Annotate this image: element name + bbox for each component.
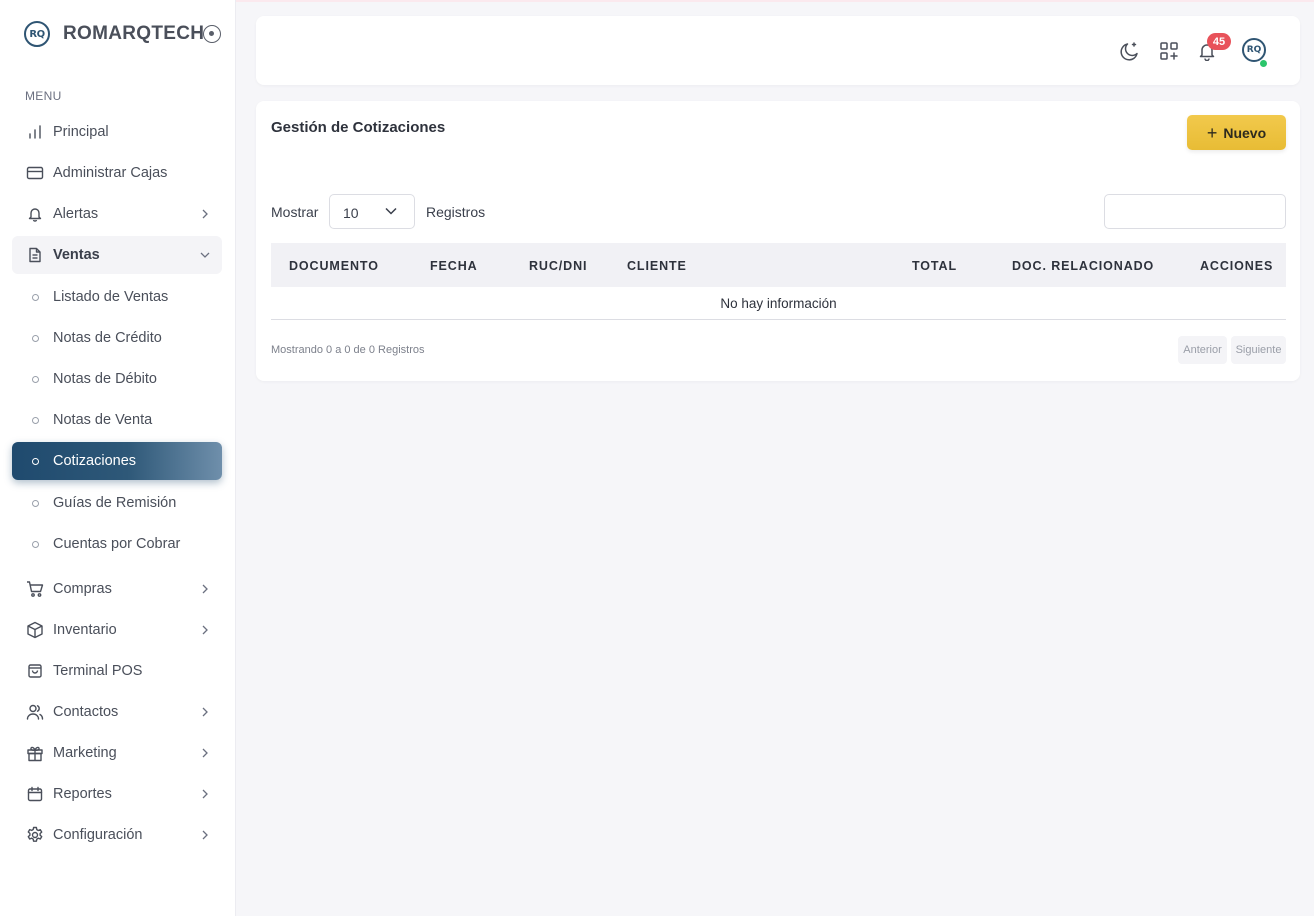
sidebar-subitem-label: Cotizaciones — [53, 453, 137, 469]
table-empty-row: No hay información — [271, 287, 1286, 320]
bullet-icon — [32, 334, 39, 342]
sidebar: RQ ROMARQTECH MENU Principal Administrar… — [0, 0, 236, 916]
column-header-documento[interactable]: DOCUMENTO — [289, 259, 379, 273]
page-title: Gestión de Cotizaciones — [271, 119, 446, 136]
top-header — [256, 16, 1300, 85]
chevron-right-icon — [200, 830, 210, 840]
box-icon — [26, 621, 44, 639]
chevron-down-icon — [384, 204, 398, 218]
sidebar-subitem-cuentas-cobrar[interactable]: Cuentas por Cobrar — [12, 525, 222, 563]
sidebar-subitem-label: Guías de Remisión — [53, 495, 177, 511]
sidebar-subitem-label: Notas de Débito — [53, 371, 157, 387]
show-label: Mostrar — [271, 204, 319, 220]
bullet-icon — [32, 499, 39, 507]
column-header-acciones: ACCIONES — [1200, 259, 1274, 273]
column-header-cliente[interactable]: CLIENTE — [627, 259, 687, 273]
apps-icon[interactable] — [1158, 40, 1180, 62]
quotes-card — [256, 101, 1300, 381]
bullet-icon — [32, 416, 39, 424]
sidebar-item-label: Alertas — [53, 206, 99, 222]
chevron-right-icon — [200, 209, 210, 219]
chevron-right-icon — [200, 584, 210, 594]
bell-icon — [26, 205, 44, 223]
sidebar-subitem-label: Listado de Ventas — [53, 289, 169, 305]
chevron-right-icon — [200, 748, 210, 758]
chevron-right-icon — [200, 625, 210, 635]
column-header-total[interactable]: TOTAL — [912, 259, 957, 273]
empty-message: No hay información — [720, 296, 837, 311]
bullet-icon — [32, 540, 39, 548]
records-label: Registros — [426, 204, 486, 220]
sidebar-subitem-label: Notas de Crédito — [53, 330, 162, 346]
chevron-right-icon — [200, 707, 210, 717]
chevron-down-icon — [200, 250, 210, 260]
sidebar-item-label: Marketing — [53, 745, 117, 761]
brand-logo: RQ — [24, 21, 50, 47]
sidebar-subitem-notas-debito[interactable]: Notas de Débito — [12, 360, 222, 398]
sidebar-item-label: Principal — [53, 124, 109, 140]
sidebar-item-administrar-cajas[interactable]: Administrar Cajas — [12, 154, 222, 192]
new-button-label: Nuevo — [1223, 124, 1267, 141]
sidebar-subitem-label: Notas de Venta — [53, 412, 153, 428]
sidebar-item-label: Reportes — [53, 786, 112, 802]
sidebar-item-configuracion[interactable]: Configuración — [12, 816, 222, 854]
moon-icon[interactable] — [1119, 40, 1141, 62]
sidebar-item-label: Compras — [53, 581, 112, 597]
shopping-bag-icon — [26, 662, 44, 680]
online-status-indicator — [1259, 59, 1268, 68]
sidebar-toggle-icon[interactable] — [203, 25, 221, 43]
sidebar-item-compras[interactable]: Compras — [12, 570, 222, 608]
menu-label: MENU — [25, 89, 62, 103]
plus-icon: + — [1206, 122, 1218, 143]
bar-chart-icon — [26, 123, 44, 141]
brand[interactable]: RQ ROMARQTECH — [24, 20, 204, 48]
users-icon — [26, 703, 44, 721]
sidebar-item-label: Administrar Cajas — [53, 165, 168, 181]
column-header-fecha[interactable]: FECHA — [430, 259, 478, 273]
sidebar-item-label: Contactos — [53, 704, 119, 720]
bullet-icon — [32, 457, 39, 465]
sidebar-subitem-guias-remision[interactable]: Guías de Remisión — [12, 484, 222, 522]
calendar-icon — [26, 785, 44, 803]
sidebar-item-reportes[interactable]: Reportes — [12, 775, 222, 813]
next-page-button[interactable]: Siguiente — [1231, 336, 1286, 364]
chevron-right-icon — [200, 789, 210, 799]
sidebar-item-ventas[interactable]: Ventas — [12, 236, 222, 274]
column-header-ruc-dni[interactable]: RUC/DNI — [529, 259, 587, 273]
sidebar-item-label: Configuración — [53, 827, 143, 843]
brand-name: ROMARQTECH — [63, 23, 205, 44]
sidebar-subitem-notas-credito[interactable]: Notas de Crédito — [12, 319, 222, 357]
sidebar-item-inventario[interactable]: Inventario — [12, 611, 222, 649]
sidebar-subitem-label: Cuentas por Cobrar — [53, 536, 181, 552]
cart-icon — [26, 580, 44, 598]
credit-card-icon — [26, 164, 44, 182]
sidebar-subitem-cotizaciones[interactable]: Cotizaciones — [12, 442, 222, 480]
table-info: Mostrando 0 a 0 de 0 Registros — [271, 344, 425, 356]
sidebar-item-label: Terminal POS — [53, 663, 143, 679]
page-length-value: 10 — [343, 205, 359, 221]
sidebar-item-principal[interactable]: Principal — [12, 113, 222, 151]
sidebar-item-alertas[interactable]: Alertas — [12, 195, 222, 233]
table-header: DOCUMENTO FECHA RUC/DNI CLIENTE TOTAL DO… — [271, 243, 1286, 287]
gear-icon — [26, 826, 44, 844]
sidebar-item-label: Ventas — [53, 247, 100, 263]
new-quote-button[interactable]: + Nuevo — [1187, 115, 1286, 150]
gift-icon — [26, 744, 44, 762]
sidebar-item-contactos[interactable]: Contactos — [12, 693, 222, 731]
bullet-icon — [32, 293, 39, 301]
notification-badge: 45 — [1207, 33, 1231, 50]
sidebar-item-marketing[interactable]: Marketing — [12, 734, 222, 772]
page-length-select[interactable]: 10 — [329, 194, 415, 229]
previous-page-button[interactable]: Anterior — [1178, 336, 1227, 364]
column-header-doc-relacionado[interactable]: DOC. RELACIONADO — [1012, 259, 1154, 273]
search-input[interactable] — [1104, 194, 1286, 229]
sidebar-item-terminal-pos[interactable]: Terminal POS — [12, 652, 222, 690]
document-icon — [26, 246, 44, 264]
sidebar-item-label: Inventario — [53, 622, 117, 638]
bullet-icon — [32, 375, 39, 383]
sidebar-subitem-notas-venta[interactable]: Notas de Venta — [12, 401, 222, 439]
sidebar-subitem-listado-ventas[interactable]: Listado de Ventas — [12, 278, 222, 316]
